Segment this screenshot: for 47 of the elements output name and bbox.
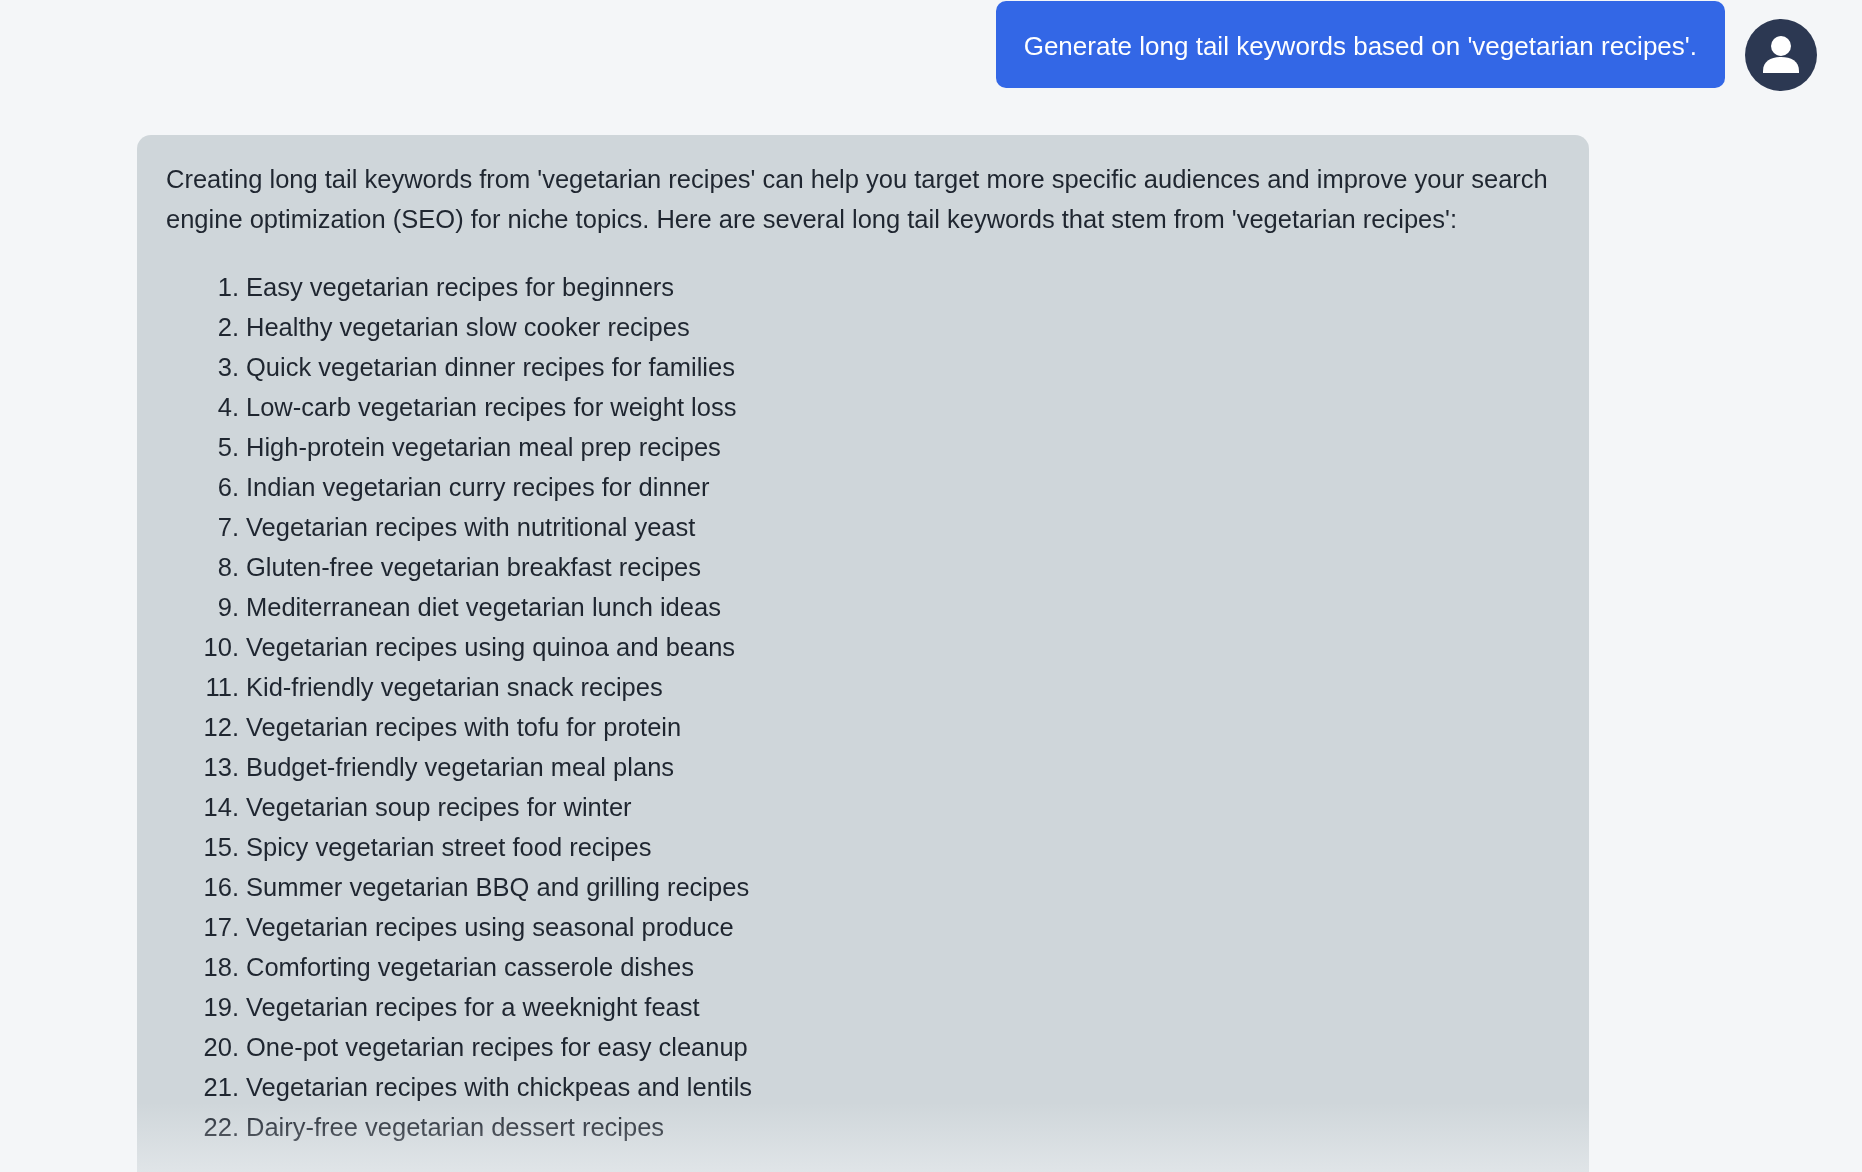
list-number: 20.	[202, 1032, 240, 1063]
keyword-text: Budget-friendly vegetarian meal plans	[246, 752, 675, 783]
user-avatar-icon	[1745, 19, 1817, 91]
keyword-text: Vegetarian recipes with chickpeas and lentils	[246, 1072, 753, 1103]
keyword-text: Vegetarian recipes with nutritional yeast	[246, 512, 696, 543]
list-number: 1.	[216, 272, 240, 303]
keyword-text: Quick vegetarian dinner recipes for families	[246, 352, 735, 383]
list-number: 6.	[216, 472, 240, 503]
keyword-text: Vegetarian recipes for a weeknight feast	[246, 992, 700, 1023]
keyword-text: Mediterranean diet vegetarian lunch ideas	[246, 592, 721, 623]
user-message: Generate long tail keywords based on 'vegetarian recipes'.	[995, 1, 1725, 88]
keyword-text: Low-carb vegetarian recipes for weight loss	[246, 392, 737, 423]
list-number: 3.	[216, 352, 240, 383]
keyword-text: Vegetarian recipes using seasonal produce	[246, 912, 734, 943]
list-number: 5.	[216, 432, 240, 463]
intro-paragraph: Creating long tail keywords from 'vegetarian recipes' can help you target more specific audiences and improve your search engine optimization (SEO) for niche topics. Here are several long tail keywords that stem from 'vegetarian recipes':	[166, 164, 1549, 235]
list-number: 19.	[202, 992, 240, 1023]
list-number: 11.	[204, 672, 240, 703]
list-number: 8.	[216, 552, 240, 583]
list-number: 7.	[216, 512, 240, 543]
list-number: 12.	[202, 712, 240, 743]
list-number: 18.	[202, 952, 240, 983]
keyword-text: Kid-friendly vegetarian snack recipes	[246, 672, 663, 703]
keyword-text: Summer vegetarian BBQ and grilling recipes	[246, 872, 750, 903]
keyword-text: Dairy-free vegetarian dessert recipes	[246, 1112, 665, 1143]
list-number: 9.	[216, 592, 240, 623]
list-number: 22.	[202, 1112, 240, 1143]
list-number: 21.	[202, 1072, 240, 1103]
list-number: 16.	[202, 872, 240, 903]
keyword-text: Easy vegetarian recipes for beginners	[246, 272, 675, 303]
keyword-text: Vegetarian recipes with tofu for protein	[246, 712, 682, 743]
keyword-text: Indian vegetarian curry recipes for dinner	[246, 472, 710, 503]
keyword-text: Vegetarian recipes using quinoa and beans	[246, 632, 736, 663]
keyword-text: One-pot vegetarian recipes for easy cleanup	[246, 1032, 748, 1063]
list-number: 10.	[202, 632, 240, 663]
list-number: 4.	[216, 392, 240, 423]
keyword-text: Comforting vegetarian casserole dishes	[246, 952, 694, 983]
list-number: 17.	[202, 912, 240, 943]
list-number: 13.	[202, 752, 240, 783]
list-number: 2.	[216, 312, 240, 343]
list-number: 15.	[202, 832, 240, 863]
keyword-text: Healthy vegetarian slow cooker recipes	[246, 312, 690, 343]
keyword-text: High-protein vegetarian meal prep recipes	[246, 432, 721, 463]
list-number: 14.	[202, 792, 240, 823]
keyword-text: Vegetarian soup recipes for winter	[246, 792, 632, 823]
keyword-text: Gluten-free vegetarian breakfast recipes	[246, 552, 701, 583]
keyword-text: Spicy vegetarian street food recipes	[246, 832, 652, 863]
